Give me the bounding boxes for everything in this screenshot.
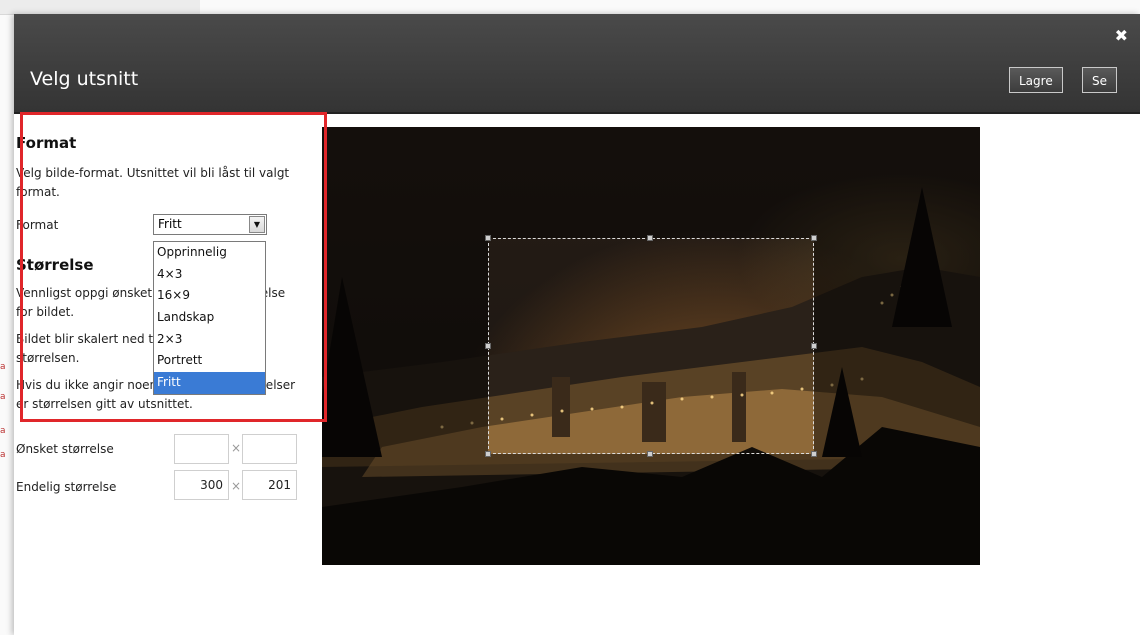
format-select-value: Fritt xyxy=(158,217,182,231)
wanted-size-label: Ønsket størrelse xyxy=(16,442,114,456)
crop-handle[interactable] xyxy=(485,343,491,349)
dialog-header: Velg utsnitt ✖ Lagre Se xyxy=(14,14,1140,114)
background-mark: a xyxy=(0,362,6,372)
final-height-input[interactable]: 201 xyxy=(242,470,297,500)
chevron-down-icon[interactable]: ▼ xyxy=(249,216,265,233)
format-option[interactable]: Opprinnelig xyxy=(154,242,265,264)
crop-dim-overlay xyxy=(322,127,980,238)
format-heading: Format xyxy=(16,134,77,152)
format-option[interactable]: Landskap xyxy=(154,307,265,329)
save-button[interactable]: Lagre xyxy=(1009,67,1063,93)
crop-handle[interactable] xyxy=(647,451,653,457)
format-option[interactable]: 2×3 xyxy=(154,329,265,351)
crop-handle[interactable] xyxy=(647,235,653,241)
crop-dim-overlay xyxy=(322,238,488,454)
final-size-label: Endelig størrelse xyxy=(16,480,117,494)
wanted-width-input[interactable] xyxy=(174,434,229,464)
close-icon[interactable]: ✖ xyxy=(1115,26,1128,45)
times-symbol: × xyxy=(231,479,242,493)
background-mark: a xyxy=(0,392,6,402)
size-heading: Størrelse xyxy=(16,256,94,274)
format-dropdown-list: Opprinnelig 4×3 16×9 Landskap 2×3 Portre… xyxy=(153,241,266,395)
format-option[interactable]: 16×9 xyxy=(154,285,265,307)
format-label: Format xyxy=(16,218,59,232)
crop-handle[interactable] xyxy=(485,451,491,457)
crop-dim-overlay xyxy=(322,454,980,565)
crop-handle[interactable] xyxy=(811,235,817,241)
crop-handle[interactable] xyxy=(811,343,817,349)
dialog-title: Velg utsnitt xyxy=(30,68,139,90)
crop-dim-overlay xyxy=(814,238,980,454)
crop-selection[interactable] xyxy=(485,235,817,457)
background-mark: a xyxy=(0,426,6,436)
crop-handle[interactable] xyxy=(811,451,817,457)
background-toolbar xyxy=(0,0,200,15)
view-button[interactable]: Se xyxy=(1082,67,1117,93)
wanted-height-input[interactable] xyxy=(242,434,297,464)
format-option[interactable]: Portrett xyxy=(154,350,265,372)
format-description: Velg bilde-format. Utsnittet vil bli lås… xyxy=(16,166,290,199)
format-option-selected[interactable]: Fritt xyxy=(154,372,265,394)
times-symbol: × xyxy=(231,441,242,455)
crop-handle[interactable] xyxy=(485,235,491,241)
format-option[interactable]: 4×3 xyxy=(154,264,265,286)
background-mark: a xyxy=(0,450,6,460)
format-select[interactable]: Fritt ▼ xyxy=(153,214,267,235)
crop-image[interactable] xyxy=(322,127,980,565)
final-width-input[interactable]: 300 xyxy=(174,470,229,500)
